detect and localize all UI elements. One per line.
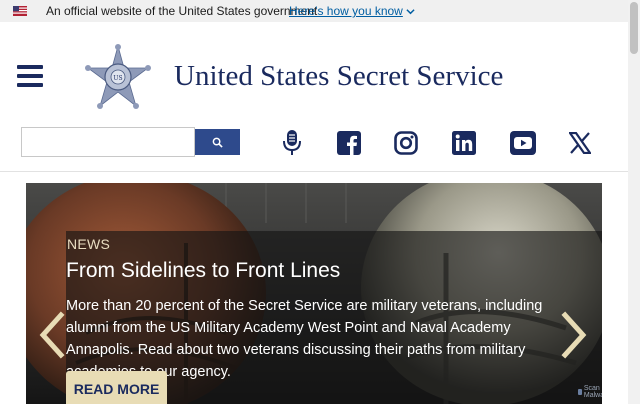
watermark-text: Scan Malware (583, 385, 602, 399)
read-more-button[interactable]: READ MORE (66, 371, 167, 404)
search-button[interactable] (195, 129, 240, 155)
svg-text:US: US (113, 75, 122, 82)
linkedin-link[interactable] (451, 128, 477, 158)
header-divider (0, 171, 628, 172)
instagram-icon (394, 131, 418, 155)
facebook-icon (337, 131, 361, 155)
scan-malware-badge: Scan Malware (578, 385, 602, 399)
next-slide-arrow-icon[interactable] (561, 311, 589, 359)
scrollbar-thumb[interactable] (630, 2, 638, 54)
hero-carousel[interactable]: NEWS From Sidelines to Front Lines More … (26, 183, 602, 404)
facebook-link[interactable] (336, 128, 362, 158)
gov-banner: An official website of the United States… (0, 0, 628, 22)
search-icon (212, 137, 223, 148)
instagram-link[interactable] (393, 128, 419, 158)
youtube-link[interactable] (509, 128, 537, 158)
hero-description: More than 20 percent of the Secret Servi… (66, 298, 543, 380)
hero-title[interactable]: From Sidelines to Front Lines (66, 259, 340, 283)
youtube-icon (510, 131, 536, 155)
menu-button[interactable] (17, 65, 43, 87)
how-you-know-label: Here’s how you know (289, 4, 403, 18)
us-flag-icon (13, 6, 27, 16)
podcast-link[interactable] (279, 128, 305, 158)
prev-slide-arrow-icon[interactable] (37, 311, 65, 359)
gov-banner-text: An official website of the United States… (46, 4, 318, 18)
site-title[interactable]: United States Secret Service (174, 60, 503, 93)
linkedin-icon (452, 131, 476, 155)
shield-icon (578, 389, 582, 395)
x-link[interactable] (567, 128, 593, 158)
x-icon (569, 132, 591, 154)
microphone-icon (283, 130, 301, 155)
scrollbar[interactable] (628, 0, 640, 404)
chevron-down-icon (406, 8, 415, 14)
search-input[interactable] (21, 127, 195, 157)
how-you-know-link[interactable]: Here’s how you know (289, 4, 415, 18)
hero-category-label: NEWS (67, 236, 111, 252)
secret-service-star-logo[interactable]: US (84, 44, 152, 110)
